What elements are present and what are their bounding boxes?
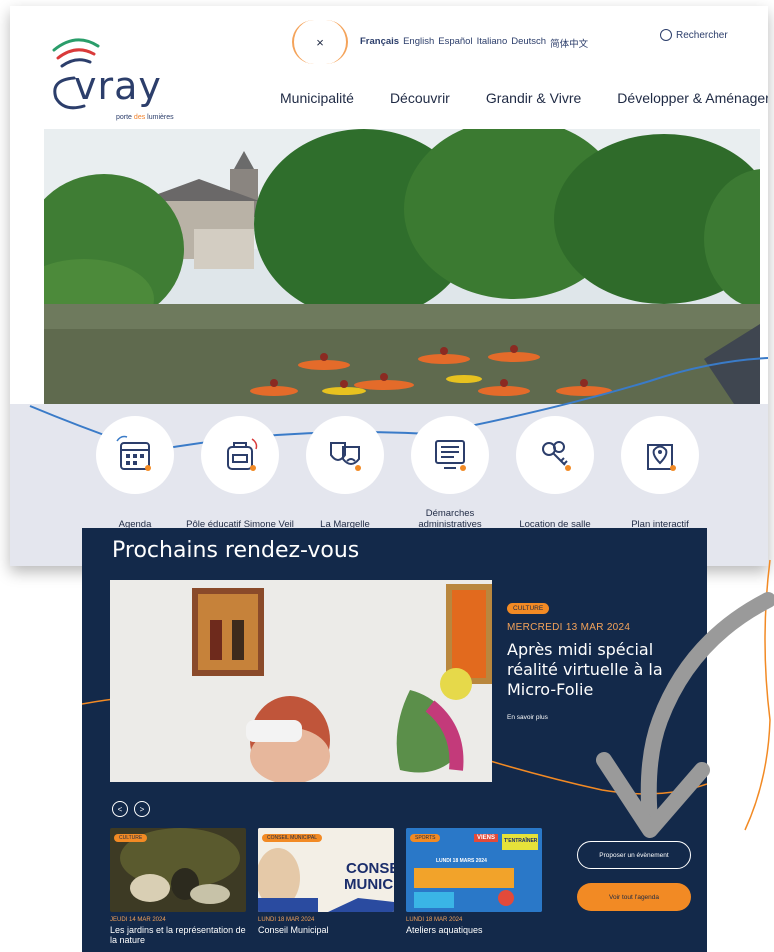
school-bag-icon [201,416,279,494]
quick-link-label: Pôle éducatif Simone Veil [186,519,294,530]
search-label: Rechercher [676,29,728,41]
nav-item-municipalite[interactable]: Municipalité [280,90,354,106]
event-card-date: LUNDI 18 MAR 2024 [258,917,315,923]
nav-item-grandir-vivre[interactable]: Grandir & Vivre [486,90,581,106]
lang-chinese[interactable]: 简体中文 [550,36,588,50]
event-card-badge: Culture [114,834,148,842]
thumb-text: T'ENTRAÎNER [504,838,538,844]
event-card[interactable]: Sports VIENS T'ENTRAÎNER LUNDI 18 MARS 2… [406,828,542,935]
lang-english[interactable]: English [403,36,434,50]
featured-event-title[interactable]: Après midi spécial réalité virtuelle à l… [507,640,687,700]
featured-event-date: MERCREDI 13 MAR 2024 [507,622,631,633]
event-card-title: Conseil Municipal [258,925,329,935]
close-icon: × [316,34,324,50]
theatre-masks-icon [306,416,384,494]
event-card-title: Ateliers aquatiques [406,925,483,935]
featured-event-image[interactable] [110,580,492,782]
agenda-title: Prochains rendez-vous [112,538,360,563]
search-button[interactable]: Rechercher [660,29,728,41]
propose-event-button[interactable]: Proposer un évènement [577,841,691,869]
quick-link-la-margelle[interactable]: La Margelle [306,416,384,530]
quick-link-label: Démarches administratives [418,508,482,530]
agenda-window: Prochains rendez-vous Culture MERCREDI 1… [82,528,707,952]
lang-deutsch[interactable]: Deutsch [511,36,546,50]
nav-item-developper-amenager[interactable]: Développer & Aménager [617,90,768,106]
quick-link-label: La Margelle [320,519,370,530]
quick-link-location-salle[interactable]: Location de salle [516,416,594,530]
site-logo[interactable]: vray porte des lumières [40,28,190,121]
chevron-left-icon: < [117,804,123,814]
event-card-badge: Conseil municipal [262,834,323,842]
quick-link-label: Plan interactif [631,519,689,530]
event-card-date: JEUDI 14 MAR 2024 [110,917,166,923]
lang-espanol[interactable]: Español [438,36,472,50]
language-close-button[interactable]: × [292,20,348,64]
quick-links: Agenda Pôle éducatif Simone Veil La Marg… [96,416,699,530]
map-pin-icon [621,416,699,494]
event-card-image: Culture [110,828,246,912]
carousel-prev-button[interactable]: < [112,801,128,817]
view-all-agenda-button[interactable]: Voir tout l'agenda [577,883,691,911]
quick-link-plan-interactif[interactable]: Plan interactif [621,416,699,530]
lang-italiano[interactable]: Italiano [477,36,508,50]
featured-category-badge: Culture [507,603,550,614]
logo-tagline: porte des lumières [116,114,174,121]
quick-link-label: Location de salle [519,519,591,530]
event-card[interactable]: Culture JEUDI 14 MAR 2024 Les jardins et… [110,828,246,945]
carousel-next-button[interactable]: > [134,801,150,817]
featured-read-more-link[interactable]: En savoir plus [507,714,548,721]
main-nav: Municipalité Découvrir Grandir & Vivre D… [280,90,768,106]
quick-link-agenda[interactable]: Agenda [96,416,174,530]
chevron-right-icon: > [139,804,145,814]
event-card-image: Sports VIENS T'ENTRAÎNER LUNDI 18 MARS 2… [406,828,542,912]
language-list: Français English Español Italiano Deutsc… [360,36,588,50]
keys-icon [516,416,594,494]
event-card[interactable]: Conseil municipal CONSE MUNICI LUNDI 18 … [258,828,394,935]
thumb-text: VIENS [474,834,499,842]
quick-link-pole-educatif[interactable]: Pôle éducatif Simone Veil [186,416,294,530]
quick-link-demarches[interactable]: Démarches administratives [411,416,489,530]
logo-wordmark: vray [74,64,162,108]
hero-image [44,129,760,404]
event-card-badge: Sports [410,834,441,842]
nav-item-decouvrir[interactable]: Découvrir [390,90,450,106]
form-screen-icon [411,416,489,494]
calendar-icon [96,416,174,494]
event-card-image: Conseil municipal CONSE MUNICI [258,828,394,912]
search-icon [660,29,672,41]
thumb-text: MUNICI [344,876,394,893]
event-card-title: Les jardins et la représentation de la n… [110,925,246,945]
event-card-date: LUNDI 18 MAR 2024 [406,917,463,923]
site-header-window: vray porte des lumières × Français Engli… [10,6,768,566]
lang-francais[interactable]: Français [360,36,399,50]
thumb-text: LUNDI 18 MARS 2024 [436,858,487,864]
thumb-text: CONSE [346,860,394,877]
quick-link-label: Agenda [118,519,152,530]
